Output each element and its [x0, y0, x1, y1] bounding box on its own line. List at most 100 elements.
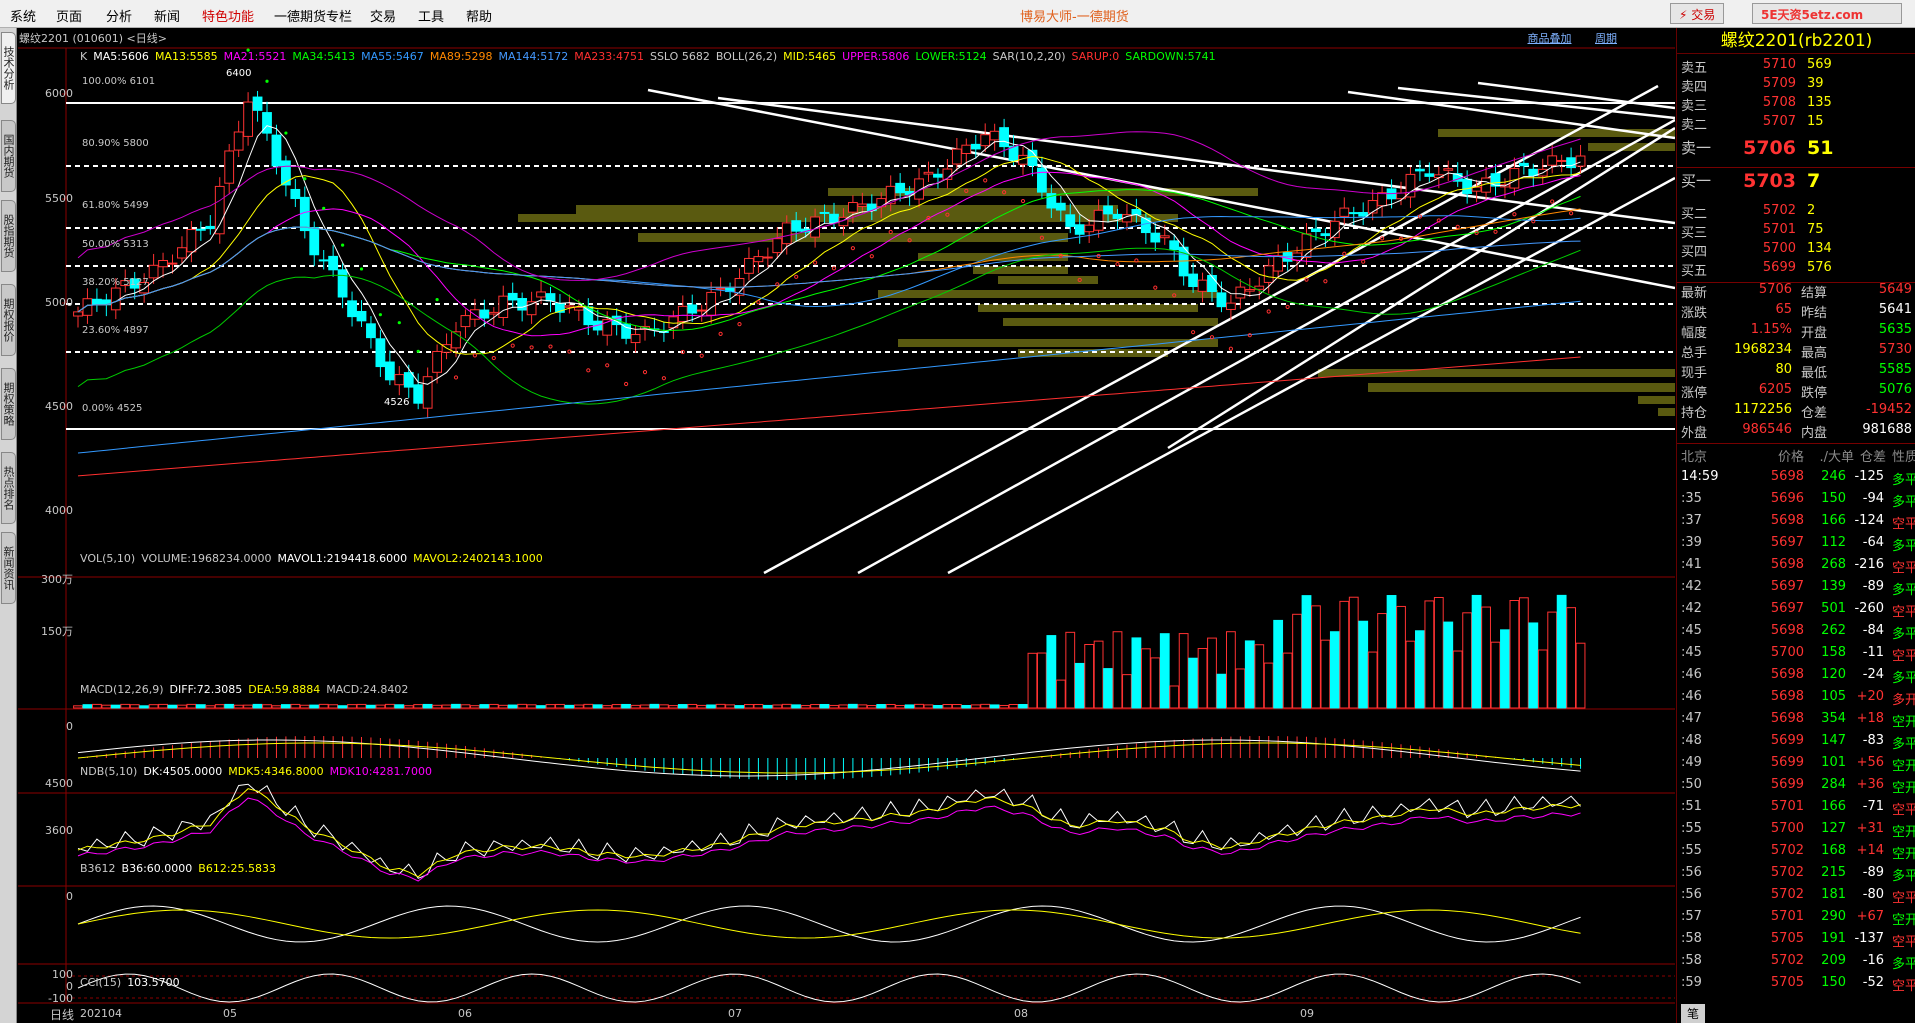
volume-bar [356, 703, 367, 709]
ask-row-0[interactable]: 卖五 5710 569 [1677, 57, 1915, 76]
volume-bar [1159, 633, 1170, 709]
tick-tab[interactable]: 笔 [1681, 1004, 1706, 1023]
bid-row-3[interactable]: 买四 5700 134 [1677, 241, 1915, 260]
tick-row: :56 5702 215 -89 多平 [1677, 865, 1915, 887]
tick-cell: 多平 [1891, 539, 1915, 554]
menu-help[interactable]: 帮助 [466, 6, 492, 25]
sar-dot [869, 254, 874, 259]
trade-button[interactable]: ⚡ 交易 [1670, 3, 1725, 24]
sar-dot [699, 353, 704, 358]
tick-cell: :48 [1681, 733, 1702, 748]
candle-body [1358, 212, 1369, 217]
ndb_ind-item-2: MDK5:4346.8000 [228, 765, 324, 778]
volume-bar [1027, 652, 1038, 709]
menu-analysis[interactable]: 分析 [106, 6, 132, 25]
ask-row-3[interactable]: 卖二 5707 15 [1677, 114, 1915, 133]
side-tab-news[interactable]: 新闻资讯 [1, 532, 16, 604]
side-tab-hot-rank[interactable]: 热点排名 [1, 452, 16, 524]
sar-dot [472, 353, 477, 358]
quote-row: 现手 80 最低 5585 [1677, 362, 1915, 382]
period-link[interactable]: 周期 [1595, 32, 1617, 45]
bid-row-4[interactable]: 买五 5699 576 [1677, 260, 1915, 279]
chart-area[interactable]: 螺纹2201 (010601) <日线> 商品叠加 周期 K MA5:5606 MA… [18, 28, 1675, 1023]
candle-body [1415, 168, 1425, 172]
sar-dot [1569, 211, 1574, 216]
menu-page[interactable]: 页面 [56, 6, 82, 25]
chart-links: 商品叠加 周期 [1508, 30, 1618, 46]
tick-cell: -24 [1862, 667, 1884, 682]
volume-bar [1311, 605, 1321, 709]
candle-body [1462, 178, 1473, 194]
candle-body [148, 264, 159, 279]
bid-row-0[interactable]: 买一 5703 7 [1677, 170, 1915, 192]
sar-dot [983, 178, 988, 183]
tick-cell: 空开 [1891, 781, 1915, 796]
bid-row-1[interactable]: 买二 5702 2 [1677, 203, 1915, 222]
side-tab-index[interactable]: 股指期货 [1, 200, 16, 272]
tick-head-cell: 仓差 [1859, 450, 1886, 465]
tick-cell: :42 [1681, 601, 1702, 616]
volume-bar [1462, 612, 1473, 709]
tick-cell: :47 [1681, 711, 1702, 726]
menu-trade[interactable]: 交易 [370, 6, 396, 25]
ask-row-1[interactable]: 卖四 5709 39 [1677, 76, 1915, 95]
volume-bar [1566, 607, 1576, 709]
menu-system[interactable]: 系统 [10, 6, 36, 25]
ask-row-4[interactable]: 卖一 5706 51 [1677, 137, 1915, 159]
volume-bar [120, 703, 131, 709]
side-tab-option-quote[interactable]: 期权报价 [1, 284, 16, 356]
candle-body [772, 238, 783, 254]
sar-dot [1342, 251, 1347, 256]
tick-row: :48 5699 147 -83 多平 [1677, 733, 1915, 755]
menu-special[interactable]: 特色功能 [202, 6, 254, 25]
tick-row: :51 5701 166 -71 空平 [1677, 799, 1915, 821]
macd_ind-item-1: DIFF:72.3085 [169, 683, 243, 696]
tick-cell: 5699 [1770, 733, 1804, 748]
quote-cell: 总手 [1681, 346, 1708, 361]
volume-bar [1008, 703, 1019, 709]
y-tick-5500: 5500 [45, 192, 73, 205]
tick-cell: -52 [1862, 975, 1884, 990]
volume-bar [1348, 596, 1359, 709]
quote-cell: 现手 [1681, 366, 1708, 381]
tick-cell: -94 [1862, 491, 1884, 506]
candle-body [1207, 275, 1217, 293]
quote-cell: 5706 [1758, 282, 1792, 297]
tick-row: :42 5697 139 -89 多平 [1677, 579, 1915, 601]
menu-news[interactable]: 新闻 [154, 6, 180, 25]
menu-tools[interactable]: 工具 [418, 6, 444, 25]
tick-cell: 246 [1821, 469, 1846, 484]
side-tab-domestic[interactable]: 国内期货 [1, 120, 16, 192]
book-divider [1677, 167, 1915, 168]
tick-cell: 354 [1821, 711, 1846, 726]
candle-body [961, 144, 972, 154]
tick-cell: 139 [1821, 579, 1846, 594]
tick-row: :50 5699 284 +36 空开 [1677, 777, 1915, 799]
side-tab-option-strategy[interactable]: 期权策略 [1, 368, 16, 440]
sar-dot [756, 300, 761, 305]
tick-cell: :45 [1681, 623, 1702, 638]
volume-bar [545, 704, 556, 709]
side-tab-tech[interactable]: 技术分析 [1, 32, 16, 104]
vol-y-150: 150万 [41, 625, 73, 638]
sar-dot [737, 322, 742, 327]
candle-body [507, 292, 518, 301]
tick-cell: :56 [1681, 887, 1702, 902]
b-y-0: 0 [66, 890, 73, 903]
main_ind-item-2: MA13:5585 [154, 50, 218, 63]
bid-row-2[interactable]: 买三 5701 75 [1677, 222, 1915, 241]
volume-bar [1415, 630, 1425, 709]
ask-row-2[interactable]: 卖三 5708 135 [1677, 95, 1915, 114]
ask-price: 5710 [1762, 57, 1796, 72]
bid-price: 5699 [1762, 260, 1796, 275]
tick-cell: 5702 [1770, 953, 1804, 968]
sar-dot [453, 375, 459, 380]
candle-body [1405, 173, 1416, 198]
vol_ind-item-2: MAVOL1:2194418.6000 [277, 552, 408, 565]
quote-row: 总手 1968234 最高 5730 [1677, 342, 1915, 362]
sar-dot [1228, 346, 1234, 351]
menu-yide-column[interactable]: 一德期货专栏 [274, 6, 352, 25]
candle-body [384, 361, 395, 381]
overlay-link[interactable]: 商品叠加 [1528, 32, 1572, 45]
volume-bar [1471, 594, 1482, 709]
